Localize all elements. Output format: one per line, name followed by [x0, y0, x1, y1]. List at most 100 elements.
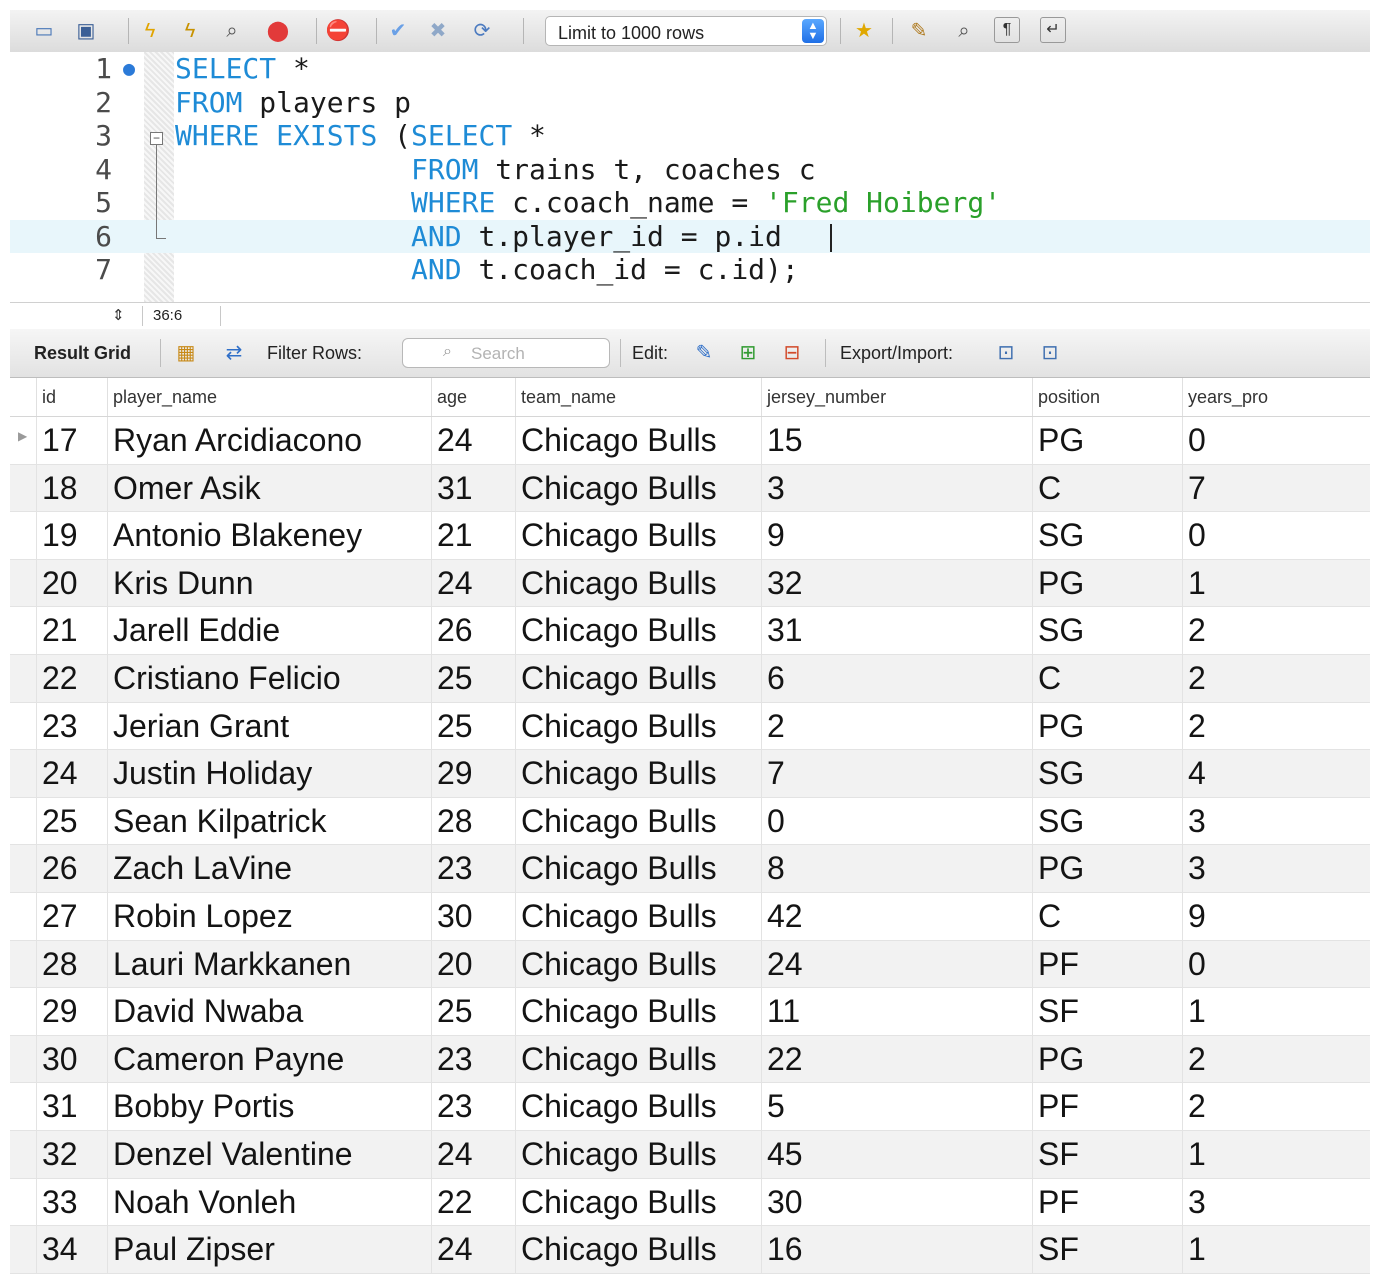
table-cell-age[interactable]: 26	[431, 607, 515, 655]
table-row[interactable]: 19 Antonio Blakeney 21 Chicago Bulls 9 SG 0	[10, 512, 1370, 560]
table-cell-team-name[interactable]: Chicago Bulls	[515, 1226, 761, 1274]
result-grid-tab[interactable]: Result Grid	[34, 343, 131, 364]
table-row[interactable]: 22 Cristiano Felicio 25 Chicago Bulls 6 C 2	[10, 655, 1370, 703]
table-cell-years-pro[interactable]: 0	[1182, 417, 1368, 465]
table-cell-jersey-number[interactable]: 11	[761, 988, 1032, 1036]
column-header-years-pro[interactable]: years_pro	[1182, 378, 1368, 416]
code-line-7[interactable]: 7 AND t.coach_id = c.id);	[10, 253, 1370, 287]
table-cell-position[interactable]: SG	[1032, 512, 1182, 560]
table-row[interactable]: 31 Bobby Portis 23 Chicago Bulls 5 PF 2	[10, 1083, 1370, 1131]
table-cell-age[interactable]: 30	[431, 893, 515, 941]
table-cell-years-pro[interactable]: 9	[1182, 893, 1368, 941]
table-cell-years-pro[interactable]: 0	[1182, 512, 1368, 560]
table-cell-age[interactable]: 24	[431, 417, 515, 465]
table-cell-age[interactable]: 23	[431, 1035, 515, 1084]
table-cell-years-pro[interactable]: 1	[1182, 1226, 1368, 1274]
beautify-broom-icon[interactable]: ✎	[905, 17, 933, 45]
table-cell-years-pro[interactable]: 3	[1182, 797, 1368, 846]
table-cell-team-name[interactable]: Chicago Bulls	[515, 797, 761, 846]
table-cell-id[interactable]: 26	[36, 845, 107, 893]
delete-row-icon[interactable]: ⊟	[778, 339, 806, 367]
table-cell-position[interactable]: PG	[1032, 559, 1182, 608]
table-cell-age[interactable]: 25	[431, 655, 515, 703]
table-cell-years-pro[interactable]: 4	[1182, 750, 1368, 798]
autocommit-icon[interactable]: ⟳	[468, 17, 496, 45]
code-line-6[interactable]: 6 AND t.player_id = p.id	[10, 219, 1370, 253]
table-row[interactable]: 25 Sean Kilpatrick 28 Chicago Bulls 0 SG 3	[10, 797, 1370, 846]
table-cell-player-name[interactable]: Antonio Blakeney	[107, 512, 431, 560]
table-cell-team-name[interactable]: Chicago Bulls	[515, 607, 761, 655]
bookmark-star-icon[interactable]: ★	[850, 17, 878, 45]
execute-cursor-lightning-icon[interactable]: ϟ	[176, 17, 204, 45]
column-header-id[interactable]: id	[36, 378, 107, 416]
table-cell-id[interactable]: 20	[36, 559, 107, 608]
column-header-age[interactable]: age	[431, 378, 515, 416]
code-line-2[interactable]: 2 FROM players p	[10, 86, 1370, 120]
table-cell-team-name[interactable]: Chicago Bulls	[515, 1131, 761, 1179]
code-line-1[interactable]: 1 ● SELECT *	[10, 52, 1370, 86]
table-cell-years-pro[interactable]: 0	[1182, 940, 1368, 989]
table-cell-id[interactable]: 19	[36, 512, 107, 560]
table-cell-team-name[interactable]: Chicago Bulls	[515, 464, 761, 513]
table-cell-jersey-number[interactable]: 45	[761, 1131, 1032, 1179]
table-cell-team-name[interactable]: Chicago Bulls	[515, 655, 761, 703]
add-row-icon[interactable]: ⊞	[734, 339, 762, 367]
table-row[interactable]: 34 Paul Zipser 24 Chicago Bulls 16 SF 1	[10, 1226, 1370, 1274]
table-cell-id[interactable]: 23	[36, 702, 107, 751]
toggle-error-stop-icon[interactable]: ⛔	[324, 17, 352, 45]
table-cell-team-name[interactable]: Chicago Bulls	[515, 988, 761, 1036]
table-row[interactable]: 26 Zach LaVine 23 Chicago Bulls 8 PG 3	[10, 845, 1370, 893]
table-cell-id[interactable]: 29	[36, 988, 107, 1036]
table-cell-age[interactable]: 29	[431, 750, 515, 798]
table-cell-position[interactable]: PG	[1032, 845, 1182, 893]
table-cell-position[interactable]: PG	[1032, 1035, 1182, 1084]
table-cell-player-name[interactable]: Justin Holiday	[107, 750, 431, 798]
table-cell-position[interactable]: SG	[1032, 750, 1182, 798]
table-cell-id[interactable]: 27	[36, 893, 107, 941]
table-cell-position[interactable]: PG	[1032, 417, 1182, 465]
table-cell-id[interactable]: 18	[36, 464, 107, 513]
table-cell-player-name[interactable]: Zach LaVine	[107, 845, 431, 893]
table-cell-team-name[interactable]: Chicago Bulls	[515, 417, 761, 465]
table-cell-position[interactable]: PF	[1032, 940, 1182, 989]
table-cell-player-name[interactable]: Jerian Grant	[107, 702, 431, 751]
table-cell-id[interactable]: 33	[36, 1178, 107, 1227]
table-cell-age[interactable]: 25	[431, 702, 515, 751]
table-cell-team-name[interactable]: Chicago Bulls	[515, 1035, 761, 1084]
table-cell-age[interactable]: 24	[431, 1131, 515, 1179]
table-cell-player-name[interactable]: Cameron Payne	[107, 1035, 431, 1084]
table-row[interactable]: 21 Jarell Eddie 26 Chicago Bulls 31 SG 2	[10, 607, 1370, 655]
table-cell-years-pro[interactable]: 7	[1182, 464, 1368, 513]
table-cell-age[interactable]: 20	[431, 940, 515, 989]
commit-check-icon[interactable]: ✔	[384, 17, 412, 45]
table-cell-age[interactable]: 23	[431, 845, 515, 893]
code-line-4[interactable]: 4 FROM trains t, coaches c	[10, 153, 1370, 187]
table-cell-position[interactable]: SF	[1032, 1131, 1182, 1179]
table-cell-jersey-number[interactable]: 2	[761, 702, 1032, 751]
table-cell-player-name[interactable]: Noah Vonleh	[107, 1178, 431, 1227]
table-cell-team-name[interactable]: Chicago Bulls	[515, 559, 761, 608]
table-row[interactable]: 27 Robin Lopez 30 Chicago Bulls 42 C 9	[10, 893, 1370, 941]
code-line-5[interactable]: 5 WHERE c.coach_name = 'Fred Hoiberg'	[10, 186, 1370, 220]
updown-stepper-icon[interactable]: ⇕	[112, 306, 125, 324]
table-cell-years-pro[interactable]: 1	[1182, 988, 1368, 1036]
fold-toggle-icon[interactable]: −	[150, 132, 163, 145]
table-cell-years-pro[interactable]: 3	[1182, 845, 1368, 893]
table-cell-player-name[interactable]: Omer Asik	[107, 464, 431, 513]
table-cell-age[interactable]: 31	[431, 464, 515, 513]
table-cell-id[interactable]: 21	[36, 607, 107, 655]
table-cell-player-name[interactable]: Bobby Portis	[107, 1083, 431, 1131]
table-cell-jersey-number[interactable]: 42	[761, 893, 1032, 941]
filter-search-field[interactable]: ⌕	[402, 338, 610, 368]
table-cell-team-name[interactable]: Chicago Bulls	[515, 750, 761, 798]
table-row[interactable]: 32 Denzel Valentine 24 Chicago Bulls 45 SF 1	[10, 1131, 1370, 1179]
table-cell-player-name[interactable]: Denzel Valentine	[107, 1131, 431, 1179]
table-row[interactable]: 29 David Nwaba 25 Chicago Bulls 11 SF 1	[10, 988, 1370, 1036]
find-magnifier-icon[interactable]: ⌕	[950, 17, 978, 45]
table-cell-team-name[interactable]: Chicago Bulls	[515, 1178, 761, 1227]
table-cell-position[interactable]: PF	[1032, 1083, 1182, 1131]
table-row[interactable]: ▶ 17 Ryan Arcidiacono 24 Chicago Bulls 15 PG 0	[10, 417, 1370, 465]
table-cell-id[interactable]: 31	[36, 1083, 107, 1131]
table-cell-jersey-number[interactable]: 9	[761, 512, 1032, 560]
table-cell-jersey-number[interactable]: 16	[761, 1226, 1032, 1274]
